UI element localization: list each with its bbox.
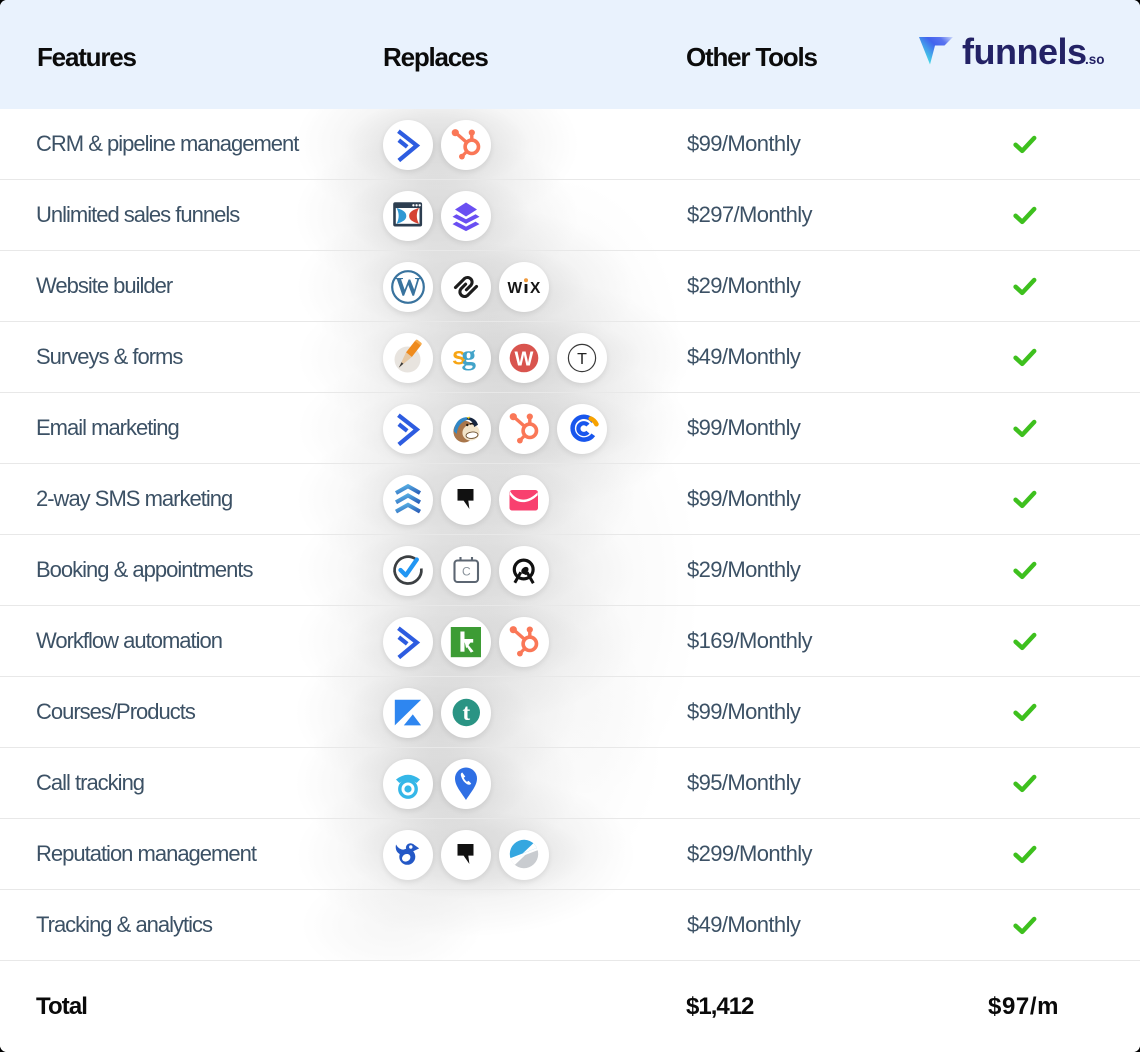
svg-text:g: g <box>462 339 477 371</box>
svg-text:W: W <box>508 280 523 297</box>
svg-text:.so: .so <box>1085 52 1105 67</box>
svg-text:W: W <box>515 348 534 370</box>
svg-text:C: C <box>462 564 471 578</box>
svg-text:funnels: funnels <box>962 36 1087 70</box>
svg-text:W: W <box>395 272 421 301</box>
svg-text:T: T <box>577 351 587 368</box>
svg-text:t: t <box>462 700 470 725</box>
svg-text:X: X <box>530 280 541 297</box>
